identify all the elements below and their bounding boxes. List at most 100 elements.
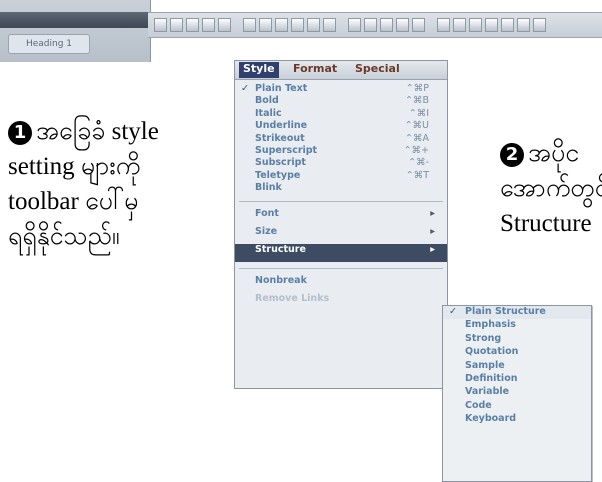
submenu-arrow-icon: ▸	[430, 207, 435, 219]
menu-item-bold[interactable]: Bold ⌃⌘B	[235, 95, 447, 107]
menu-item-plain-text[interactable]: ✓ Plain Text ⌃⌘P	[235, 83, 447, 95]
menu-item-blink[interactable]: Blink	[235, 182, 447, 194]
toolbar-button[interactable]	[154, 18, 167, 32]
menu-item-strikeout[interactable]: Strikeout ⌃⌘A	[235, 133, 447, 145]
window-fragment: Heading 1	[0, 0, 151, 62]
toolbar-button[interactable]	[517, 18, 530, 32]
menu-item-nonbreak[interactable]: Nonbreak	[235, 275, 447, 293]
toolbar-button[interactable]	[469, 18, 482, 32]
annotation-line: အပိုင	[528, 140, 580, 167]
annotation-line: ရရှိနိုင်သည်။	[8, 223, 120, 250]
annotation-1: 1 အခြေခံ style setting များကို toolbar ပေ…	[8, 114, 228, 254]
menu-item-label: Nonbreak	[255, 274, 307, 286]
shortcut-label: ⌃⌘-	[408, 157, 429, 169]
menu-item-font[interactable]: Font ▸	[235, 208, 447, 226]
structure-submenu: ✓ Plain Structure Emphasis Strong Quotati…	[442, 305, 592, 482]
checkmark-icon: ✓	[449, 306, 457, 317]
toolbar-button[interactable]	[485, 18, 498, 32]
menu-item-structure[interactable]: Structure ▸	[235, 243, 447, 262]
toolbar-button[interactable]	[437, 18, 450, 32]
checkmark-icon: ✓	[241, 83, 249, 94]
submenu-item-definition[interactable]: Definition	[443, 373, 591, 386]
step-number-badge: 2	[500, 143, 524, 167]
menu-divider	[239, 267, 443, 269]
toolbar-button[interactable]	[501, 18, 514, 32]
submenu-item-label: Strong	[465, 332, 502, 344]
toolbar-button[interactable]	[348, 18, 361, 32]
submenu-item-label: Variable	[465, 386, 510, 398]
menu-item-subscript[interactable]: Subscript ⌃⌘-	[235, 157, 447, 169]
submenu-item-label: Plain Structure	[465, 306, 546, 317]
submenu-item-label: Emphasis	[465, 319, 516, 331]
style-menu-list: ✓ Plain Text ⌃⌘P Bold ⌃⌘B Italic ⌃⌘I Underli…	[235, 83, 447, 311]
menu-item-label: Size	[255, 225, 278, 237]
toolbar-button[interactable]	[380, 18, 393, 32]
menu-divider	[239, 200, 443, 202]
submenu-item-label: Sample	[465, 359, 505, 371]
menu-tab-special[interactable]: Special	[351, 62, 404, 78]
toolbar-button[interactable]	[202, 18, 215, 32]
menu-item-label: Teletype	[255, 169, 301, 181]
toolbar-button[interactable]	[323, 18, 336, 32]
toolbar-separator	[428, 18, 434, 32]
submenu-item-variable[interactable]: Variable	[443, 386, 591, 399]
annotation-line: toolbar ပေါ်မှ	[8, 188, 139, 215]
annotation-line: setting များကို	[8, 153, 141, 180]
annotation-line: အောက်တွင်	[500, 175, 602, 202]
toolbar-separator	[339, 18, 345, 32]
submenu-item-label: Code	[465, 399, 492, 411]
submenu-item-code[interactable]: Code	[443, 400, 591, 413]
menu-item-label: Italic	[255, 107, 282, 119]
menu-item-label: Font	[255, 207, 279, 219]
menu-tab-format[interactable]: Format	[289, 62, 341, 78]
toolbar-button[interactable]	[453, 18, 466, 32]
annotation-line: Structure	[500, 210, 592, 237]
menu-item-underline[interactable]: Underline ⌃⌘U	[235, 120, 447, 132]
submenu-item-sample[interactable]: Sample	[443, 360, 591, 373]
toolbar-button[interactable]	[186, 18, 199, 32]
toolbar-button[interactable]	[291, 18, 304, 32]
step-number-badge: 1	[8, 121, 32, 145]
annotation-line: အခြေခံ style	[36, 118, 159, 145]
toolbar-button[interactable]	[412, 18, 425, 32]
submenu-item-plain-structure[interactable]: ✓ Plain Structure	[443, 306, 591, 320]
menu-item-label: Plain Text	[255, 83, 308, 94]
toolbar-button[interactable]	[396, 18, 409, 32]
toolbar-button[interactable]	[533, 18, 546, 32]
menu-item-italic[interactable]: Italic ⌃⌘I	[235, 108, 447, 120]
shortcut-label: ⌃⌘+	[403, 144, 429, 156]
submenu-item-strong[interactable]: Strong	[443, 333, 591, 346]
shortcut-label: ⌃⌘P	[405, 83, 429, 94]
shortcut-label: ⌃⌘I	[408, 107, 429, 119]
menu-tab-style[interactable]: Style	[239, 62, 279, 78]
submenu-arrow-icon: ▸	[430, 225, 435, 237]
window-title-bar	[0, 12, 150, 28]
submenu-item-label: Keyboard	[465, 413, 517, 425]
toolbar-button[interactable]	[170, 18, 183, 32]
heading-tab[interactable]: Heading 1	[8, 34, 90, 54]
menu-item-remove-links: Remove Links	[235, 293, 447, 311]
toolbar-separator	[234, 18, 240, 32]
toolbar-button[interactable]	[307, 18, 320, 32]
annotation-2: 2 အပိုင အောက်တွင် Structure	[500, 136, 602, 241]
toolbar-button[interactable]	[259, 18, 272, 32]
menu-item-label: Remove Links	[255, 292, 330, 304]
submenu-arrow-icon: ▸	[430, 243, 435, 255]
style-menu-window: Style Format Special ✓ Plain Text ⌃⌘P Bold…	[234, 60, 448, 389]
submenu-item-keyboard[interactable]: Keyboard	[443, 413, 591, 426]
menu-bar: Style Format Special	[235, 61, 447, 80]
toolbar-button[interactable]	[275, 18, 288, 32]
menu-item-size[interactable]: Size ▸	[235, 226, 447, 244]
toolbar-button[interactable]	[364, 18, 377, 32]
submenu-item-quotation[interactable]: Quotation	[443, 346, 591, 359]
toolbar-button[interactable]	[218, 18, 231, 32]
menu-item-superscript[interactable]: Superscript ⌃⌘+	[235, 145, 447, 157]
shortcut-label: ⌃⌘T	[405, 169, 429, 181]
shortcut-label: ⌃⌘B	[405, 95, 429, 107]
menu-item-label: Underline	[255, 120, 308, 132]
menu-item-teletype[interactable]: Teletype ⌃⌘T	[235, 170, 447, 182]
menu-item-label: Superscript	[255, 144, 318, 156]
toolbar-button[interactable]	[243, 18, 256, 32]
submenu-item-emphasis[interactable]: Emphasis	[443, 319, 591, 332]
shortcut-label: ⌃⌘U	[404, 120, 429, 132]
